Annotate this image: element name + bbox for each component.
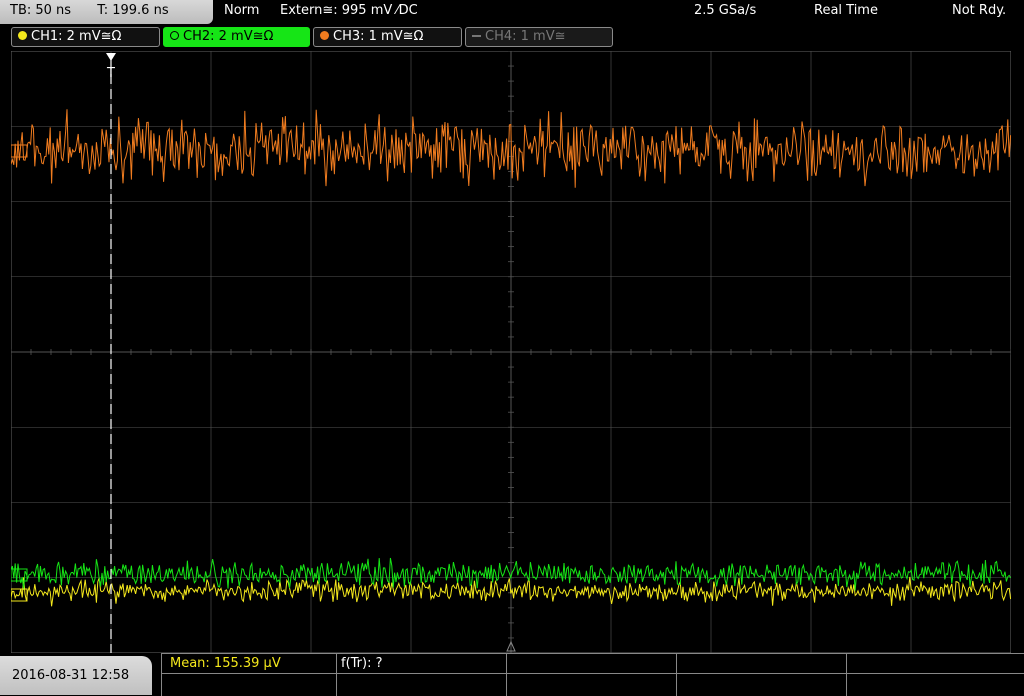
channel-1-label: CH1: 2 mV≅Ω	[31, 29, 122, 44]
measurement-cell-mean[interactable]: Mean: 155.39 µV	[161, 654, 336, 696]
channel-4-indicator-icon	[472, 35, 481, 37]
date-time-display: 2016-08-31 12:58	[0, 656, 152, 695]
channel-1-tab[interactable]: CH1: 2 mV≅Ω	[11, 27, 160, 47]
timebase-value: TB: 50 ns	[10, 3, 72, 18]
measurement-cell-empty-1[interactable]	[506, 654, 676, 696]
measurement-cell-empty-2[interactable]	[676, 654, 846, 696]
measurement-mean: Mean: 155.39 µV	[170, 656, 281, 671]
run-state: Not Rdy.	[952, 3, 1007, 18]
measurement-table[interactable]: Mean: 155.39 µV f(Tr): ?	[161, 653, 1024, 696]
trigger-time-value: T: 199.6 ns	[97, 3, 169, 18]
measurement-row-divider	[161, 673, 1024, 674]
channel-2-tab[interactable]: CH2: 2 mV≅Ω	[163, 27, 310, 47]
trigger-mode[interactable]: Norm	[224, 3, 259, 18]
channel-2-indicator-icon	[170, 31, 179, 40]
channel-3-indicator-icon	[320, 31, 329, 40]
channel-4-tab[interactable]: CH4: 1 mV≅	[465, 27, 613, 47]
waveform-display[interactable]: T	[11, 51, 1011, 653]
trigger-marker-label: T	[106, 66, 115, 81]
channel-2-label: CH2: 2 mV≅Ω	[183, 29, 274, 44]
datetime-text: 2016-08-31 12:58	[12, 668, 130, 683]
channel-1-indicator-icon	[18, 31, 27, 40]
timebase-panel[interactable]: TB: 50 ns T: 199.6 ns	[0, 0, 213, 24]
measurement-freq: f(Tr): ?	[341, 656, 383, 671]
status-bar: Norm Extern≅: 995 mV ⁄DC 2.5 GSa/s Real …	[217, 0, 1024, 24]
acquisition-mode: Real Time	[814, 3, 878, 18]
sample-rate: 2.5 GSa/s	[694, 3, 757, 18]
channel-3-tab[interactable]: CH3: 1 mV≅Ω	[313, 27, 462, 47]
channel-3-label: CH3: 1 mV≅Ω	[333, 29, 424, 44]
measurement-cell-freq[interactable]: f(Tr): ?	[336, 654, 506, 696]
trigger-source[interactable]: Extern≅: 995 mV ⁄DC	[280, 3, 418, 18]
channel-4-label: CH4: 1 mV≅	[485, 29, 566, 44]
measurement-cell-empty-3[interactable]	[846, 654, 1024, 696]
